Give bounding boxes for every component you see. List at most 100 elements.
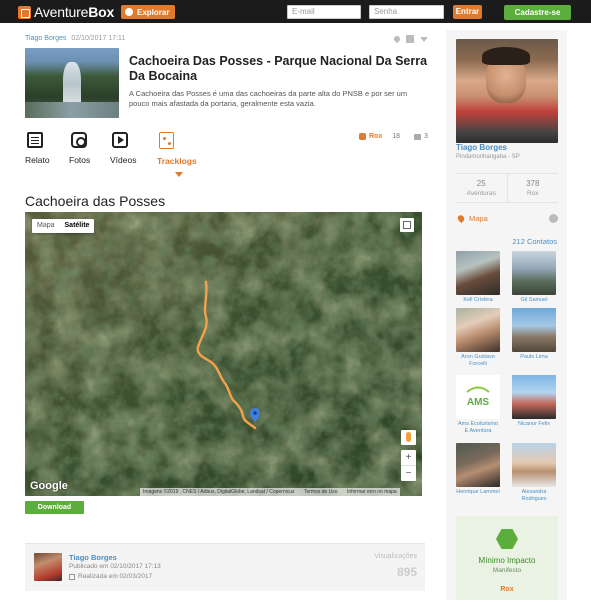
- download-button[interactable]: Download: [25, 501, 84, 514]
- google-logo: Google: [30, 480, 68, 492]
- rox-button[interactable]: Rox: [359, 133, 382, 140]
- tab-videos[interactable]: Vídeos: [110, 132, 157, 166]
- brand-logo[interactable]: AventureBox: [18, 4, 114, 20]
- contact-name: Kell Cristina: [463, 297, 493, 303]
- profile-stats: 25 Aventuras 378 Rox: [456, 173, 558, 203]
- play-icon: [112, 132, 128, 148]
- profile-map-link[interactable]: Mapa: [456, 213, 488, 224]
- map-terrain: [25, 212, 422, 496]
- contact-card[interactable]: Kell Cristina: [456, 251, 500, 304]
- contact-photo: [512, 308, 556, 352]
- compass-icon: [125, 8, 133, 16]
- active-tab-caret-icon: [175, 172, 183, 177]
- contact-name: Henrique Lammel: [456, 489, 500, 495]
- zoom-control: + −: [401, 450, 416, 481]
- contact-name: Gil Samuel: [520, 297, 548, 303]
- attribution-text: Imagens ©2019 , CNES / Airbus, DigitalGl…: [143, 489, 295, 495]
- realized-date-text: Realizada em 02/03/2017: [78, 573, 153, 580]
- email-input[interactable]: E-mail: [287, 5, 361, 19]
- minimo-rox-button[interactable]: Rox: [456, 586, 558, 593]
- tab-label: Vídeos: [110, 155, 137, 165]
- map-type-satelite[interactable]: Satélite: [60, 219, 95, 233]
- tree-icon: [496, 529, 518, 549]
- explorar-button[interactable]: Explorar: [121, 5, 176, 19]
- profile-sidebar: Tiago Borges Pindamonhangaba - SP 25 Ave…: [446, 30, 567, 600]
- signup-button[interactable]: Cadastre-se: [504, 5, 571, 20]
- pegman-icon[interactable]: [401, 430, 416, 445]
- map-type-toggle: Mapa Satélite: [32, 219, 95, 233]
- tab-fotos[interactable]: Fotos: [69, 132, 110, 166]
- satellite-map[interactable]: Mapa Satélite + − Google Imagens ©2019 ,…: [25, 212, 422, 496]
- contact-card[interactable]: Nicanor Felix: [512, 375, 556, 428]
- location-pin-icon[interactable]: [392, 34, 402, 44]
- comment-count[interactable]: 3: [424, 133, 428, 140]
- camera-icon: [71, 132, 87, 148]
- contact-name: Alexandra Rodrigues: [521, 489, 547, 502]
- post-author-link[interactable]: Tiago Borges: [25, 35, 66, 42]
- waterfall-thumbnail[interactable]: [25, 48, 119, 118]
- post-actions: [392, 34, 428, 44]
- author-footer-card: Tiago Borges Publicado em 02/10/2017 17:…: [25, 543, 425, 591]
- contact-card[interactable]: AMS Ams Ecoturismo E Aventura: [456, 375, 500, 435]
- zoom-out-button[interactable]: −: [401, 465, 416, 480]
- content-tabs: Relato Fotos Vídeos Tracklogs: [25, 132, 202, 177]
- contact-photo: [456, 308, 500, 352]
- minimo-impacto-card[interactable]: Mínimo Impacto Manifesto Rox: [456, 516, 558, 600]
- contact-name: Ams Ecoturismo E Aventura: [457, 421, 499, 434]
- map-pin-icon[interactable]: [250, 408, 260, 422]
- chevron-down-icon[interactable]: [420, 37, 428, 42]
- rox-count: 378: [526, 179, 540, 188]
- fullscreen-icon[interactable]: [400, 218, 414, 232]
- avatar[interactable]: [34, 553, 62, 581]
- profile-name[interactable]: Tiago Borges: [456, 143, 507, 152]
- contact-photo: AMS: [456, 375, 500, 419]
- report-error-link[interactable]: Informar erro no mapa: [347, 489, 397, 495]
- top-navbar: AventureBox Explorar E-mail Senha Entrar…: [0, 0, 591, 23]
- published-date: Publicado em 02/10/2017 17:13: [69, 563, 161, 570]
- map-type-mapa[interactable]: Mapa: [32, 219, 60, 233]
- profile-photo[interactable]: [456, 39, 558, 143]
- globe-icon[interactable]: [549, 214, 558, 223]
- calendar-icon[interactable]: [406, 35, 414, 43]
- brand-name: AventureBox: [34, 4, 115, 20]
- contact-photo: [512, 251, 556, 295]
- views-count: 895: [396, 565, 417, 579]
- mapa-label: Mapa: [469, 214, 488, 223]
- rox-icon: [359, 133, 366, 140]
- contacts-link[interactable]: 212 Contatos: [512, 237, 557, 246]
- contact-photo: [456, 251, 500, 295]
- profile-city: Pindamonhangaba - SP: [456, 154, 520, 160]
- contact-card[interactable]: Alexandra Rodrigues: [512, 443, 556, 503]
- views-label: Visualizações: [374, 553, 417, 560]
- contact-card[interactable]: Paulo Lima: [512, 308, 556, 361]
- tracklog-icon: [159, 132, 174, 149]
- aventuras-label: Aventuras: [466, 190, 496, 197]
- contact-card[interactable]: Henrique Lammel: [456, 443, 500, 496]
- tab-tracklogs[interactable]: Tracklogs: [157, 132, 202, 177]
- document-icon: [27, 132, 43, 148]
- zoom-in-button[interactable]: +: [401, 450, 416, 465]
- rox-label: Rox: [526, 190, 539, 197]
- rox-count: 18: [392, 133, 401, 140]
- contact-card[interactable]: Aron Gustavo Forcelli: [456, 308, 500, 368]
- login-button[interactable]: Entrar: [453, 5, 482, 19]
- contact-card[interactable]: Gil Samuel: [512, 251, 556, 304]
- post-stats: Rox 18 3: [359, 133, 428, 140]
- rox-stat[interactable]: 378 Rox: [506, 174, 559, 202]
- tab-label: Fotos: [69, 155, 91, 165]
- map-marker-icon: [456, 213, 466, 224]
- post-description: A Cachoeira das Posses é uma das cachoei…: [129, 89, 408, 108]
- footer-author-link[interactable]: Tiago Borges: [69, 553, 117, 562]
- tab-relato[interactable]: Relato: [25, 132, 69, 166]
- minimo-impacto-sub: Manifesto: [492, 567, 522, 574]
- tab-label: Relato: [25, 155, 50, 165]
- terms-link[interactable]: Termos de Uso: [304, 489, 338, 495]
- post-title: Cachoeira Das Posses - Parque Nacional D…: [129, 54, 428, 83]
- box-logo-icon: [18, 5, 31, 19]
- password-input[interactable]: Senha: [369, 5, 444, 19]
- calendar-icon: [69, 573, 75, 580]
- aventuras-stat[interactable]: 25 Aventuras: [456, 174, 507, 202]
- contact-name: Nicanor Felix: [517, 421, 551, 427]
- svg-text:AMS: AMS: [467, 397, 490, 408]
- comment-icon: [414, 133, 422, 140]
